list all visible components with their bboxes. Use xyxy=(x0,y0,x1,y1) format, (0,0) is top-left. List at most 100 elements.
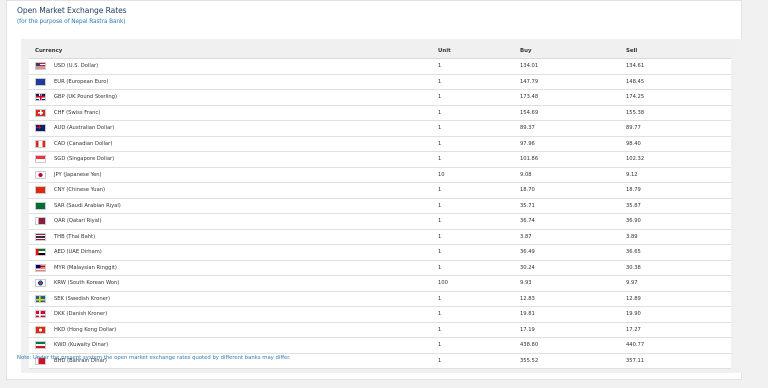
buy-rate-cell: 89.37 xyxy=(520,120,626,137)
currency-name: SAR (Saudi Arabian Riyal) xyxy=(54,202,121,209)
table-row: AED (UAE Dirham) 1 36.49 36.65 xyxy=(29,244,731,261)
table-row: CAD (Canadian Dollar) 1 97.96 98.40 xyxy=(29,136,731,152)
table-row: SAR (Saudi Arabian Riyal) 1 35.71 35.87 xyxy=(29,198,731,214)
ae-flag-icon xyxy=(35,248,46,257)
column-header-currency: Currency xyxy=(29,44,438,59)
unit-cell: 1 xyxy=(438,306,520,323)
currency-cell: QAR (Qatari Riyal) xyxy=(29,213,438,230)
unit-cell: 1 xyxy=(438,198,520,214)
column-header-buy: Buy xyxy=(520,44,626,59)
currency-cell: KRW (South Korean Won) xyxy=(29,275,438,292)
currency-cell: EUR (European Euro) xyxy=(29,74,438,90)
currency-cell: KWD (Kuwaity Dinar) xyxy=(29,337,438,354)
buy-rate-cell: 173.48 xyxy=(520,89,626,106)
currency-name: KWD (Kuwaity Dinar) xyxy=(54,342,109,349)
currency-cell: GBP (UK Pound Sterling) xyxy=(29,89,438,106)
currency-cell: JPY (Japanese Yen) xyxy=(29,167,438,183)
table-row: CNY (Chinese Yuan) 1 18.70 18.79 xyxy=(29,182,731,199)
currency-name: QAR (Qatari Riyal) xyxy=(54,218,102,225)
sell-rate-cell: 440.77 xyxy=(626,337,731,354)
currency-name: SEK (Swedish Kroner) xyxy=(54,295,110,302)
table-row: QAR (Qatari Riyal) 1 36.74 36.90 xyxy=(29,213,731,230)
buy-rate-cell: 3.87 xyxy=(520,229,626,245)
buy-rate-cell: 36.74 xyxy=(520,213,626,230)
column-header-sell: Sell xyxy=(626,44,731,59)
table-row: GBP (UK Pound Sterling) 1 173.48 174.25 xyxy=(29,89,731,106)
currency-cell: SGD (Singapore Dollar) xyxy=(29,151,438,168)
uk-flag-icon xyxy=(35,93,46,102)
table-row: THB (Thai Baht) 1 3.87 3.89 xyxy=(29,229,731,245)
unit-cell: 1 xyxy=(438,353,520,369)
sell-rate-cell: 19.90 xyxy=(626,306,731,323)
currency-name: CHF (Swiss Franc) xyxy=(54,109,101,116)
currency-name: EUR (European Euro) xyxy=(54,78,109,85)
sa-flag-icon xyxy=(35,201,46,210)
table-row: SEK (Swedish Kroner) 1 12.83 12.89 xyxy=(29,291,731,307)
us-flag-icon xyxy=(35,62,46,71)
ca-flag-icon xyxy=(35,139,46,148)
table-row: SGD (Singapore Dollar) 1 101.86 102.32 xyxy=(29,151,731,168)
table-row: KRW (South Korean Won) 100 9.93 9.97 xyxy=(29,275,731,292)
unit-cell: 1 xyxy=(438,89,520,106)
sell-rate-cell: 17.27 xyxy=(626,322,731,338)
unit-cell: 1 xyxy=(438,260,520,276)
au-flag-icon xyxy=(35,124,46,133)
buy-rate-cell: 97.96 xyxy=(520,136,626,152)
currency-cell: USD (U.S. Dollar) xyxy=(29,58,438,75)
eu-flag-icon xyxy=(35,77,46,86)
sell-rate-cell: 89.77 xyxy=(626,120,731,137)
buy-rate-cell: 9.08 xyxy=(520,167,626,183)
buy-rate-cell: 147.79 xyxy=(520,74,626,90)
currency-cell: CNY (Chinese Yuan) xyxy=(29,182,438,199)
currency-cell: THB (Thai Baht) xyxy=(29,229,438,245)
sell-rate-cell: 36.90 xyxy=(626,213,731,230)
currency-cell: MYR (Malaysian Ringgit) xyxy=(29,260,438,276)
buy-rate-cell: 35.71 xyxy=(520,198,626,214)
currency-name: AUD (Australian Dollar) xyxy=(54,125,115,132)
currency-name: KRW (South Korean Won) xyxy=(54,280,120,287)
currency-name: CNY (Chinese Yuan) xyxy=(54,187,106,194)
currency-name: DKK (Danish Kroner) xyxy=(54,311,108,318)
buy-rate-cell: 18.70 xyxy=(520,182,626,199)
table-row: USD (U.S. Dollar) 1 134.01 134.61 xyxy=(29,58,731,75)
buy-rate-cell: 30.24 xyxy=(520,260,626,276)
currency-name: MYR (Malaysian Ringgit) xyxy=(54,264,117,271)
currency-cell: CHF (Swiss Franc) xyxy=(29,105,438,121)
unit-cell: 1 xyxy=(438,105,520,121)
sell-rate-cell: 148.45 xyxy=(626,74,731,90)
qa-flag-icon xyxy=(35,217,46,226)
rates-table: Currency Unit Buy Sell USD (U.S. Dollar)… xyxy=(29,44,731,369)
page-subtitle: (for the purpose of Nepal Rastra Bank) xyxy=(17,19,126,25)
column-header-unit: Unit xyxy=(438,44,520,59)
sg-flag-icon xyxy=(35,155,46,164)
exchange-rates-card: Open Market Exchange Rates (for the purp… xyxy=(6,0,743,380)
table-row: MYR (Malaysian Ringgit) 1 30.24 30.38 xyxy=(29,260,731,276)
buy-rate-cell: 134.01 xyxy=(520,58,626,75)
sell-rate-cell: 36.65 xyxy=(626,244,731,261)
unit-cell: 1 xyxy=(438,337,520,354)
unit-cell: 1 xyxy=(438,182,520,199)
sell-rate-cell: 155.38 xyxy=(626,105,731,121)
se-flag-icon xyxy=(35,294,46,303)
currency-cell: AUD (Australian Dollar) xyxy=(29,120,438,137)
sell-rate-cell: 174.25 xyxy=(626,89,731,106)
currency-name: GBP (UK Pound Sterling) xyxy=(54,94,117,101)
currency-name: SGD (Singapore Dollar) xyxy=(54,156,115,163)
cn-flag-icon xyxy=(35,186,46,195)
currency-cell: SAR (Saudi Arabian Riyal) xyxy=(29,198,438,214)
buy-rate-cell: 12.83 xyxy=(520,291,626,307)
kr-flag-icon xyxy=(35,279,46,288)
currency-name: HKD (Hong Kong Dollar) xyxy=(54,326,117,333)
currency-cell: SEK (Swedish Kroner) xyxy=(29,291,438,307)
buy-rate-cell: 355.52 xyxy=(520,353,626,369)
buy-rate-cell: 438.80 xyxy=(520,337,626,354)
jp-flag-icon xyxy=(35,170,46,179)
unit-cell: 1 xyxy=(438,120,520,137)
sell-rate-cell: 357.11 xyxy=(626,353,731,369)
hk-flag-icon xyxy=(35,325,46,334)
my-flag-icon xyxy=(35,263,46,272)
table-header-row: Currency Unit Buy Sell xyxy=(29,44,731,59)
currency-name: AED (UAE Dirham) xyxy=(54,249,102,256)
unit-cell: 1 xyxy=(438,291,520,307)
buy-rate-cell: 36.49 xyxy=(520,244,626,261)
